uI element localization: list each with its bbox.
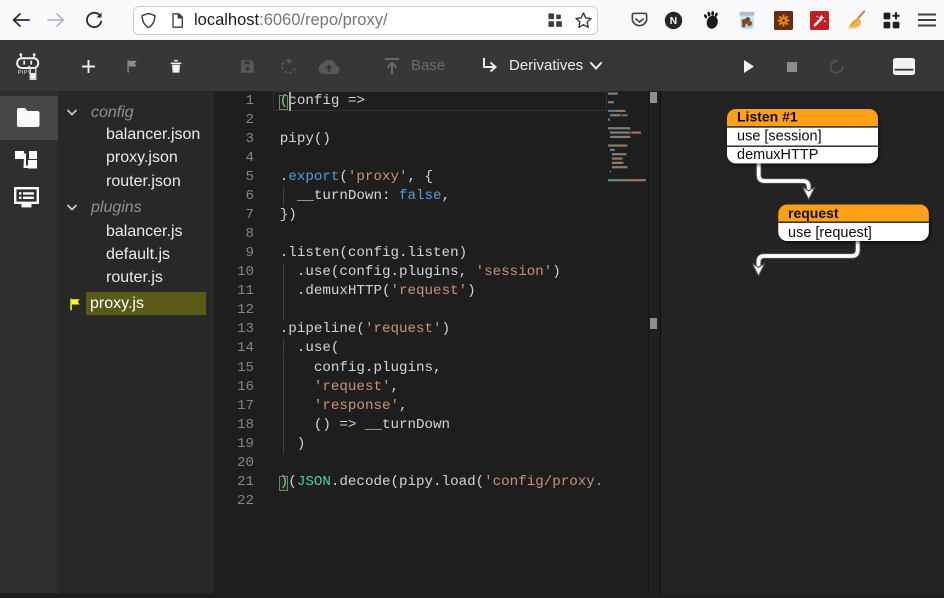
- svg-text:use [session]: use [session]: [737, 129, 822, 145]
- svg-text:use [request]: use [request]: [788, 225, 872, 241]
- svg-text:PIPY: PIPY: [18, 70, 32, 76]
- svg-text:request: request: [788, 205, 839, 221]
- svg-text:N: N: [670, 16, 677, 27]
- svg-text:demuxHTTP: demuxHTTP: [737, 147, 818, 163]
- svg-text:Listen #1: Listen #1: [737, 109, 798, 125]
